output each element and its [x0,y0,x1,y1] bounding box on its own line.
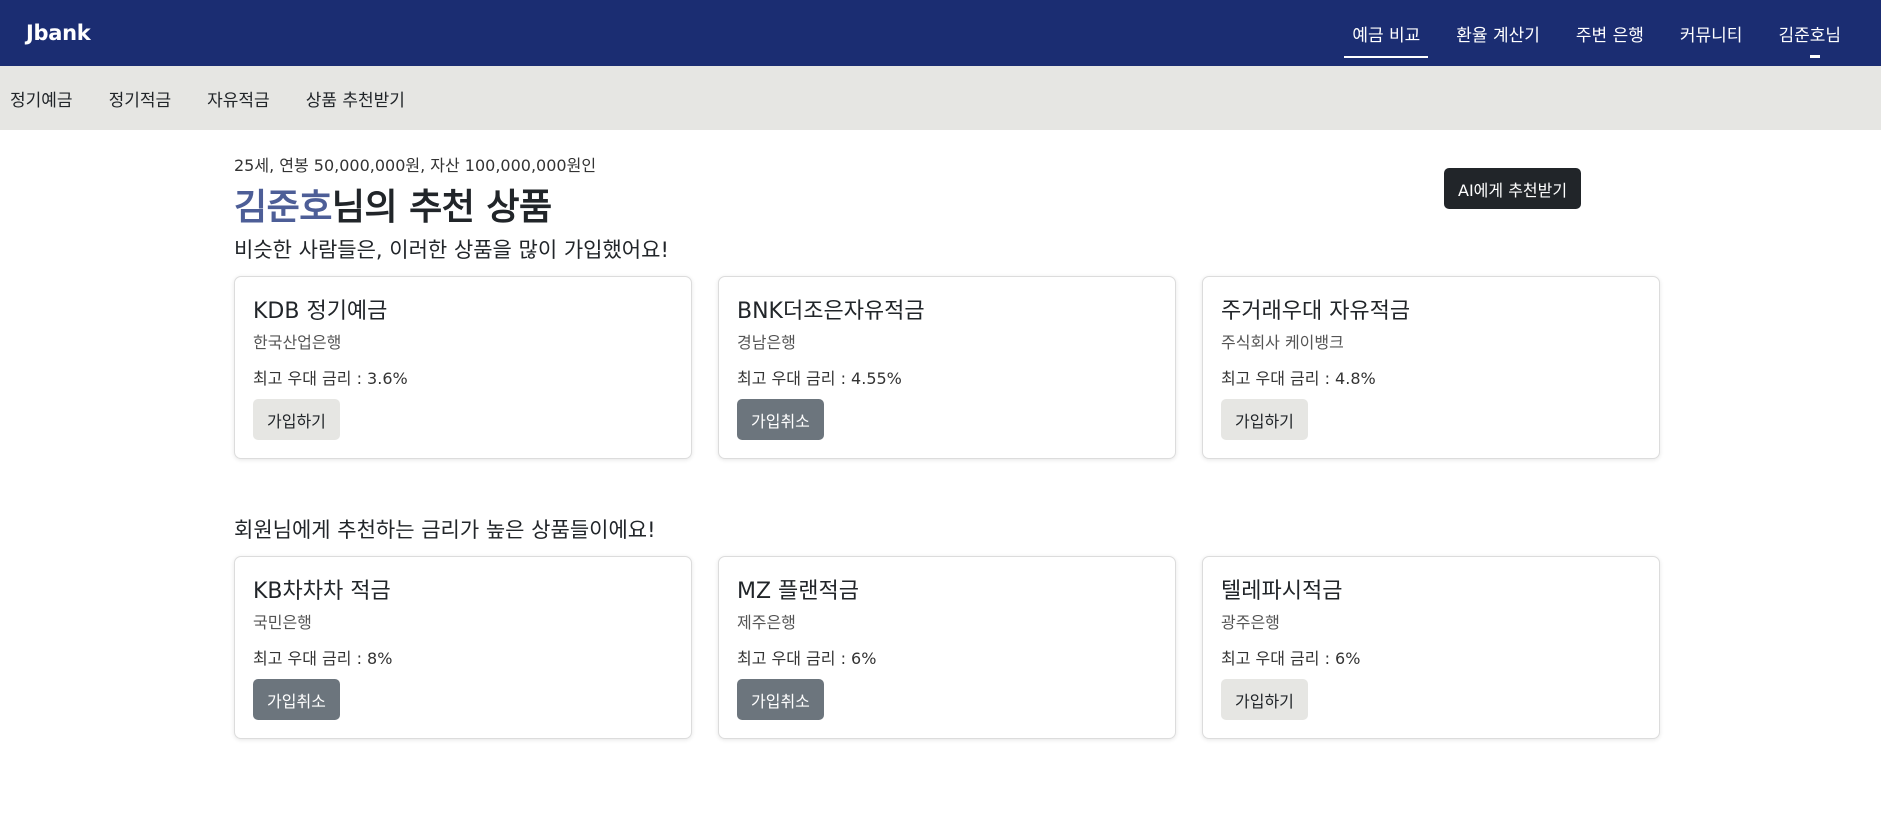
product-rate: 최고 우대 금리 : 4.55% [737,369,902,388]
ai-recommend-button[interactable]: AI에게 추천받기 [1444,168,1582,209]
cancel-join-button[interactable]: 가입취소 [253,679,340,720]
page-title-suffix: 님의 추천 상품 [331,187,552,228]
product-rate: 최고 우대 금리 : 6% [737,649,877,668]
product-rate: 최고 우대 금리 : 4.8% [1221,369,1376,388]
nav-deposit-compare[interactable]: 예금 비교 [1334,0,1438,66]
user-name: 김준호 [234,187,332,228]
cancel-join-button[interactable]: 가입취소 [737,679,824,720]
nav-user-profile[interactable]: 김준호님 [1760,0,1859,66]
product-bank: 국민은행 [253,613,312,632]
main-nav: 예금 비교 환율 계산기 주변 은행 커뮤니티 김준호님 [1334,0,1859,66]
top-navbar: Jbank 예금 비교 환율 계산기 주변 은행 커뮤니티 김준호님 [0,0,1881,66]
nav-nearby-banks[interactable]: 주변 은행 [1558,0,1662,66]
subnav-free-savings[interactable]: 자유적금 [207,86,270,111]
page-title: 김준호님의 추천 상품 [234,178,552,230]
join-button[interactable]: 가입하기 [1221,679,1308,720]
product-rate: 최고 우대 금리 : 8% [253,649,393,668]
product-rate: 최고 우대 금리 : 6% [1221,649,1361,668]
profile-summary: 25세, 연봉 50,000,000원, 자산 100,000,000원인 [234,156,597,175]
section-heading-high-rate: 회원님에게 추천하는 금리가 높은 상품들이에요! [234,518,656,542]
product-title: 텔레파시적금 [1221,579,1343,604]
product-title: MZ 플랜적금 [737,579,860,604]
card-row-similar: KDB 정기예금 한국산업은행 최고 우대 금리 : 3.6% 가입하기 BNK… [234,276,1660,459]
join-button[interactable]: 가입하기 [1221,399,1308,440]
nav-exchange-calculator[interactable]: 환율 계산기 [1438,0,1558,66]
card-row-high-rate: KB차차차 적금 국민은행 최고 우대 금리 : 8% 가입취소 MZ 플랜적금… [234,556,1660,739]
cancel-join-button[interactable]: 가입취소 [737,399,824,440]
product-title: BNK더조은자유적금 [737,299,925,324]
product-title: KDB 정기예금 [253,299,388,324]
product-card: BNK더조은자유적금 경남은행 최고 우대 금리 : 4.55% 가입취소 [718,276,1176,459]
product-card: KB차차차 적금 국민은행 최고 우대 금리 : 8% 가입취소 [234,556,692,739]
product-bank: 경남은행 [737,333,796,352]
subnav-fixed-deposit[interactable]: 정기예금 [10,86,73,111]
product-title: 주거래우대 자유적금 [1221,299,1411,324]
product-card: KDB 정기예금 한국산업은행 최고 우대 금리 : 3.6% 가입하기 [234,276,692,459]
section-heading-similar: 비슷한 사람들은, 이러한 상품을 많이 가입했어요! [234,238,669,262]
subnav-recommendation[interactable]: 상품 추천받기 [306,86,405,111]
product-bank: 주식회사 케이뱅크 [1221,333,1344,352]
sub-navbar: 정기예금 정기적금 자유적금 상품 추천받기 [0,66,1881,130]
product-bank: 제주은행 [737,613,796,632]
product-bank: 한국산업은행 [253,333,342,352]
brand-logo[interactable]: Jbank [26,21,91,45]
join-button[interactable]: 가입하기 [253,399,340,440]
product-card: 주거래우대 자유적금 주식회사 케이뱅크 최고 우대 금리 : 4.8% 가입하… [1202,276,1660,459]
nav-community[interactable]: 커뮤니티 [1662,0,1761,66]
product-rate: 최고 우대 금리 : 3.6% [253,369,408,388]
product-title: KB차차차 적금 [253,579,391,604]
product-bank: 광주은행 [1221,613,1280,632]
product-card: 텔레파시적금 광주은행 최고 우대 금리 : 6% 가입하기 [1202,556,1660,739]
product-card: MZ 플랜적금 제주은행 최고 우대 금리 : 6% 가입취소 [718,556,1176,739]
subnav-installment-savings[interactable]: 정기적금 [109,86,172,111]
